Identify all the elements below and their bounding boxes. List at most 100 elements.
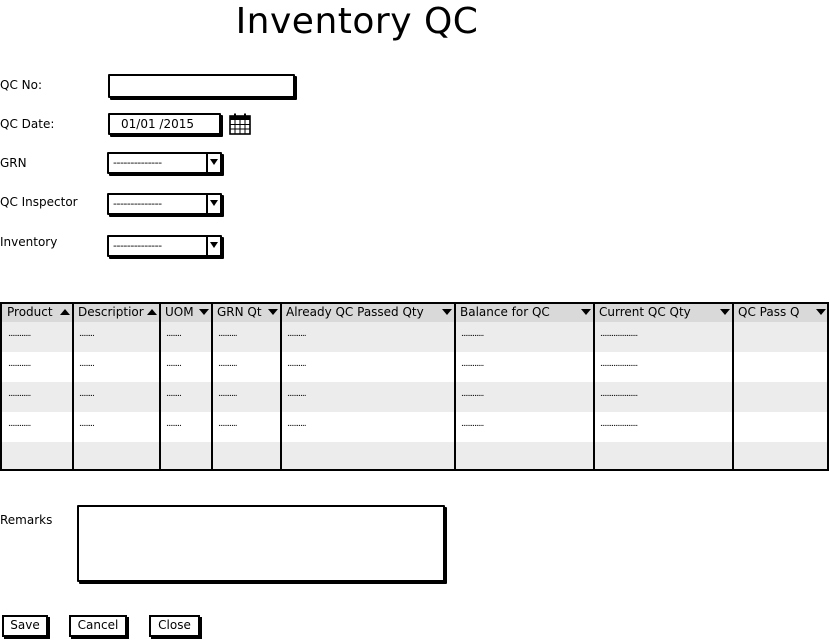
table-cell: ........ xyxy=(166,389,182,399)
table-cell xyxy=(2,442,73,469)
table-row[interactable] xyxy=(2,442,827,469)
qc-no-input[interactable] xyxy=(108,74,295,98)
table-cell: ............ xyxy=(461,389,484,399)
table-row[interactable]: ........................................… xyxy=(2,322,827,352)
column-divider[interactable] xyxy=(159,304,161,469)
table-cell: .......... xyxy=(287,329,307,339)
column-header[interactable]: Descriptior xyxy=(73,304,160,322)
table-cell xyxy=(733,442,827,469)
column-header[interactable]: Balance for QC xyxy=(455,304,594,322)
chevron-down-icon[interactable] xyxy=(206,237,220,255)
chevron-down-icon[interactable] xyxy=(206,195,220,213)
column-header[interactable]: Already QC Passed Qty xyxy=(281,304,455,322)
table-cell: ........ xyxy=(166,359,182,369)
table-cell xyxy=(281,442,455,469)
qc-inspector-select[interactable]: -------------- xyxy=(107,193,222,215)
remarks-textarea[interactable] xyxy=(77,505,445,582)
column-header[interactable]: GRN Qt xyxy=(212,304,281,322)
column-header-label: UOM xyxy=(165,305,194,319)
table-cell: ........ xyxy=(79,359,95,369)
qc-date-input[interactable]: 01/01 /2015 xyxy=(108,113,221,135)
qc-items-grid[interactable]: Product Descriptior UOM GRN Qt Already QC Pa… xyxy=(0,302,829,471)
table-row[interactable]: ........................................… xyxy=(2,412,827,442)
sort-down-icon[interactable] xyxy=(816,309,826,315)
inventory-select-value: -------------- xyxy=(113,239,162,252)
inventory-label: Inventory xyxy=(0,235,58,249)
table-cell: ........ xyxy=(166,419,182,429)
column-header-label: Already QC Passed Qty xyxy=(286,305,424,319)
close-button[interactable]: Close xyxy=(149,615,200,637)
chevron-down-icon[interactable] xyxy=(206,154,220,172)
table-cell: .................... xyxy=(600,419,638,429)
sort-down-icon[interactable] xyxy=(268,309,278,315)
inventory-select[interactable]: -------------- xyxy=(107,235,222,257)
grid-header: Product Descriptior UOM GRN Qt Already QC Pa… xyxy=(2,304,827,323)
column-divider[interactable] xyxy=(454,304,456,469)
column-header-label: Current QC Qty xyxy=(599,305,691,319)
remarks-label: Remarks xyxy=(0,513,53,527)
sort-up-icon[interactable] xyxy=(147,309,157,315)
table-cell xyxy=(455,442,594,469)
column-divider[interactable] xyxy=(211,304,213,469)
table-cell xyxy=(594,442,733,469)
table-cell: ............ xyxy=(8,389,31,399)
table-cell: ........ xyxy=(166,329,182,339)
page-title: Inventory QC xyxy=(235,1,479,42)
table-cell: .......... xyxy=(218,419,238,429)
column-header[interactable]: Current QC Qty xyxy=(594,304,733,322)
table-cell: ............ xyxy=(8,329,31,339)
table-cell: .................... xyxy=(600,359,638,369)
qc-no-label: QC No: xyxy=(0,78,42,92)
column-header-label: GRN Qt xyxy=(217,305,262,319)
column-header-label: Balance for QC xyxy=(460,305,550,319)
column-divider[interactable] xyxy=(72,304,74,469)
column-header[interactable]: QC Pass Q xyxy=(733,304,827,322)
table-cell: .......... xyxy=(287,389,307,399)
table-cell: .......... xyxy=(287,419,307,429)
column-header[interactable]: UOM xyxy=(160,304,212,322)
table-cell xyxy=(733,412,827,442)
table-cell: ........ xyxy=(79,419,95,429)
column-header[interactable]: Product xyxy=(2,304,73,322)
sort-down-icon[interactable] xyxy=(720,309,730,315)
table-cell: ............ xyxy=(8,359,31,369)
sort-down-icon[interactable] xyxy=(581,309,591,315)
column-divider[interactable] xyxy=(280,304,282,469)
column-divider[interactable] xyxy=(593,304,595,469)
table-cell: .................... xyxy=(600,389,638,399)
sort-down-icon[interactable] xyxy=(442,309,452,315)
table-cell: ............ xyxy=(8,419,31,429)
table-cell: ........ xyxy=(79,389,95,399)
qc-date-label: QC Date: xyxy=(0,117,55,131)
cancel-button[interactable]: Cancel xyxy=(69,615,127,637)
table-cell xyxy=(733,322,827,352)
save-button[interactable]: Save xyxy=(2,615,48,637)
table-cell: ........ xyxy=(79,329,95,339)
column-header-label: Product xyxy=(7,305,53,319)
table-cell: ............ xyxy=(461,329,484,339)
table-cell xyxy=(73,442,160,469)
table-cell: .................... xyxy=(600,329,638,339)
table-cell: .......... xyxy=(287,359,307,369)
table-cell xyxy=(733,352,827,382)
qc-inspector-label: QC Inspector xyxy=(0,195,78,209)
table-cell: .......... xyxy=(218,389,238,399)
qc-inspector-select-value: -------------- xyxy=(113,197,162,210)
column-divider[interactable] xyxy=(732,304,734,469)
column-header-label: Descriptior xyxy=(78,305,144,319)
table-cell xyxy=(212,442,281,469)
column-header-label: QC Pass Q xyxy=(738,305,800,319)
sort-down-icon[interactable] xyxy=(199,309,209,315)
grn-select[interactable]: -------------- xyxy=(107,152,222,174)
table-cell: .......... xyxy=(218,329,238,339)
table-cell: .......... xyxy=(218,359,238,369)
table-cell: ............ xyxy=(461,359,484,369)
table-row[interactable]: ........................................… xyxy=(2,352,827,382)
table-cell: ............ xyxy=(461,419,484,429)
table-row[interactable]: ........................................… xyxy=(2,382,827,412)
sort-up-icon[interactable] xyxy=(60,309,70,315)
table-cell xyxy=(733,382,827,412)
table-cell xyxy=(160,442,212,469)
grn-label: GRN xyxy=(0,156,27,170)
calendar-icon[interactable] xyxy=(229,113,251,135)
